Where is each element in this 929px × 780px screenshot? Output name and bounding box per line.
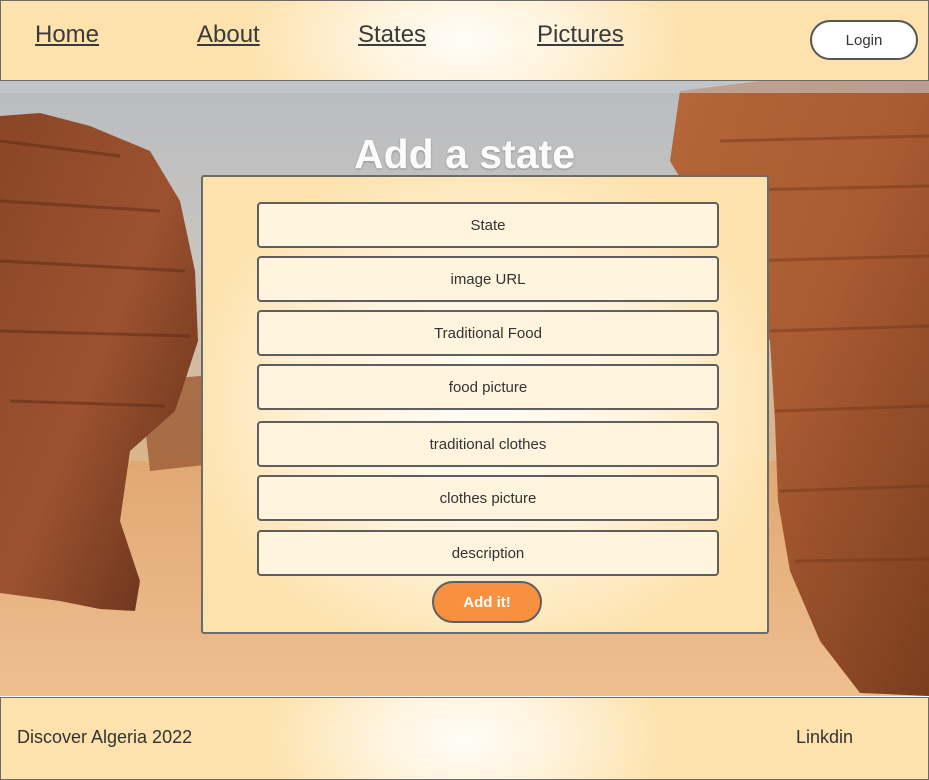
food-picture-input[interactable]	[257, 364, 719, 410]
footer-copyright: Discover Algeria 2022	[17, 727, 193, 747]
nav-states-link[interactable]: States	[358, 21, 426, 49]
login-button[interactable]: Login	[810, 20, 918, 60]
nav-home-link[interactable]: Home	[35, 21, 99, 49]
nav-about-link[interactable]: About	[197, 21, 260, 49]
nav-pictures-link[interactable]: Pictures	[537, 21, 624, 49]
description-input[interactable]	[257, 530, 719, 576]
traditional-food-input[interactable]	[257, 310, 719, 356]
add-it-button[interactable]: Add it!	[432, 581, 542, 623]
traditional-clothes-input[interactable]	[257, 421, 719, 467]
page-title: Add a state	[354, 131, 575, 177]
add-state-form: Add it!	[201, 175, 769, 634]
image-url-input[interactable]	[257, 256, 719, 302]
state-input[interactable]	[257, 202, 719, 248]
header-bar: Home About States Pictures Login	[0, 0, 929, 81]
footer-bar: Discover Algeria 2022 Linkdin	[0, 697, 929, 780]
clothes-picture-input[interactable]	[257, 475, 719, 521]
linkedin-link[interactable]: Linkdin	[796, 727, 853, 748]
